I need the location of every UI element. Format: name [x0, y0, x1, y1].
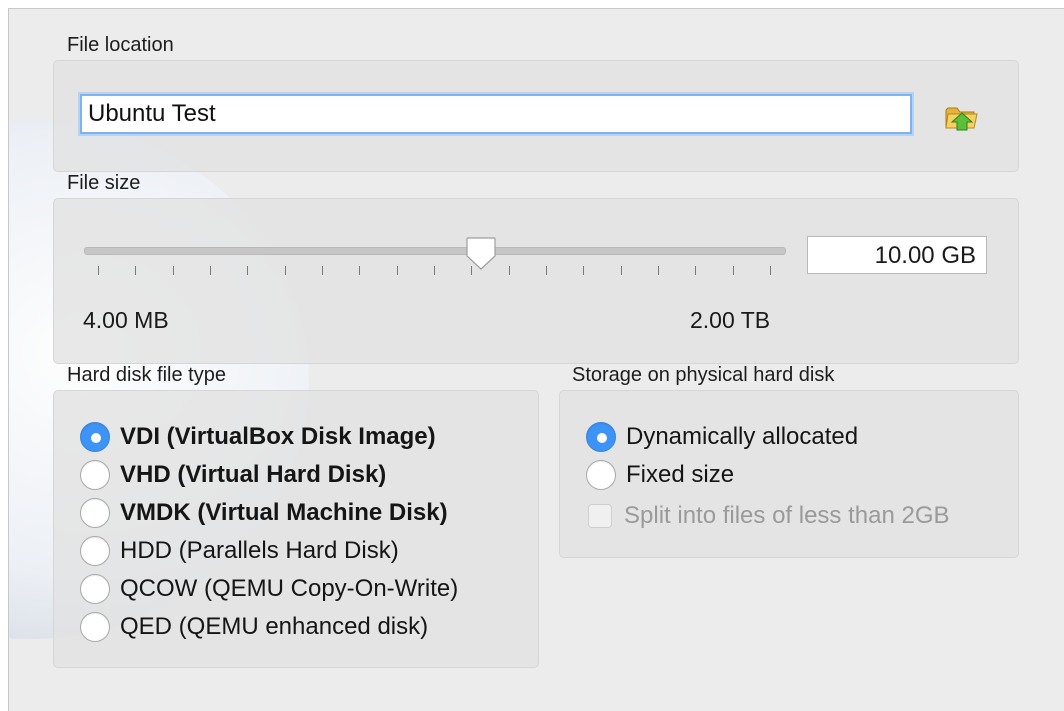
disk-type-option-label: HDD (Parallels Hard Disk): [120, 537, 399, 564]
storage-option-label: Dynamically allocated: [626, 423, 859, 450]
slider-tick: [396, 266, 398, 275]
disk-type-label: Hard disk file type: [67, 364, 226, 386]
file-size-slider-track[interactable]: [84, 247, 786, 255]
slider-tick: [434, 266, 435, 275]
slider-tick: [658, 266, 659, 275]
storage-label: Storage on physical hard disk: [572, 364, 835, 386]
disk-type-radio[interactable]: [80, 536, 110, 566]
disk-type-option[interactable]: HDD (Parallels Hard Disk): [80, 536, 399, 566]
disk-type-radio[interactable]: [80, 460, 110, 490]
slider-tick: [210, 266, 211, 275]
slider-tick: [620, 266, 622, 275]
disk-type-radio[interactable]: [80, 612, 110, 642]
slider-tick: [135, 266, 137, 275]
split-files-label: Split into files of less than 2GB: [624, 502, 950, 529]
file-size-panel: [53, 198, 1019, 364]
slider-tick: [770, 266, 771, 275]
disk-type-option[interactable]: QCOW (QEMU Copy-On-Write): [80, 574, 458, 604]
file-location-input[interactable]: [80, 94, 912, 134]
disk-type-option[interactable]: VMDK (Virtual Machine Disk): [80, 498, 448, 528]
disk-type-option-label: VHD (Virtual Hard Disk): [120, 461, 387, 488]
storage-option-label: Fixed size: [626, 461, 735, 488]
disk-type-radio[interactable]: [80, 498, 110, 528]
disk-type-option[interactable]: VHD (Virtual Hard Disk): [80, 460, 386, 490]
split-files-checkbox[interactable]: [588, 504, 612, 528]
file-size-min-label: 4.00 MB: [83, 307, 169, 333]
slider-tick: [583, 266, 585, 275]
slider-tick: [546, 266, 547, 275]
file-location-label: File location: [67, 34, 174, 56]
disk-type-option-label: QED (QEMU enhanced disk): [120, 613, 429, 640]
disk-type-radio[interactable]: [80, 574, 110, 604]
storage-radio[interactable]: [586, 460, 616, 490]
folder-open-icon[interactable]: [944, 100, 980, 134]
slider-tick: [322, 266, 323, 275]
slider-tick: [172, 266, 174, 275]
slider-tick: [732, 266, 734, 275]
split-files-checkbox-row: Split into files of less than 2GB: [588, 502, 950, 530]
disk-type-option-label: VMDK (Virtual Machine Disk): [120, 499, 448, 526]
file-size-input[interactable]: 10.00 GB: [807, 236, 987, 274]
slider-tick: [359, 266, 361, 275]
storage-option[interactable]: Fixed size: [586, 460, 734, 490]
disk-type-option-label: QCOW (QEMU Copy-On-Write): [120, 575, 459, 602]
file-size-label: File size: [67, 172, 141, 194]
disk-type-radio[interactable]: [80, 422, 110, 452]
file-size-max-label: 2.00 TB: [690, 307, 771, 333]
disk-type-option-label: VDI (VirtualBox Disk Image): [120, 423, 436, 450]
slider-tick: [247, 266, 249, 275]
storage-radio[interactable]: [586, 422, 616, 452]
disk-type-option[interactable]: VDI (VirtualBox Disk Image): [80, 422, 436, 452]
slider-tick: [284, 266, 286, 275]
slider-tick: [508, 266, 510, 275]
slider-tick: [471, 266, 473, 275]
file-size-slider-ticks: [84, 266, 784, 276]
slider-tick: [695, 266, 697, 275]
disk-type-option[interactable]: QED (QEMU enhanced disk): [80, 612, 428, 642]
storage-option[interactable]: Dynamically allocated: [586, 422, 858, 452]
slider-tick: [98, 266, 99, 275]
